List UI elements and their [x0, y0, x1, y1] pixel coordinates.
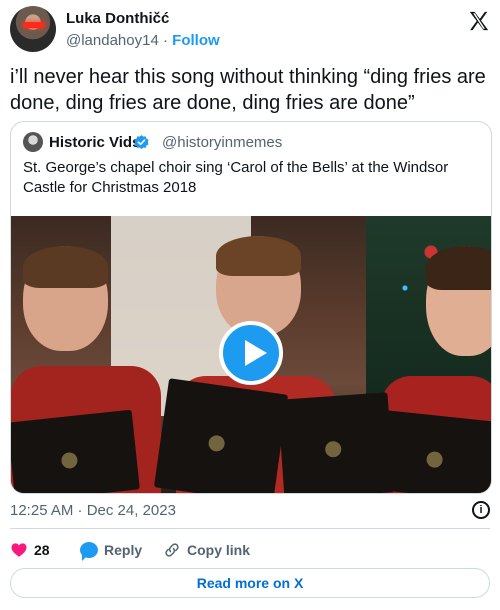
like-button[interactable]: 28 — [10, 540, 50, 560]
quoted-author-name[interactable]: Historic Vids — [49, 134, 140, 151]
heart-icon — [11, 543, 27, 557]
tweet-timestamp[interactable]: 12:25 AM · Dec 24, 2023 — [10, 502, 176, 519]
info-icon[interactable]: i — [472, 501, 490, 519]
action-bar: 28 Reply Copy link — [10, 540, 490, 561]
quoted-tweet-text: St. George’s chapel choir sing ‘Carol of… — [23, 159, 449, 196]
copy-link-label: Copy link — [187, 542, 251, 558]
x-logo-icon[interactable] — [468, 10, 490, 32]
like-count: 28 — [34, 542, 50, 558]
avatar-glowing-eyes — [23, 22, 45, 28]
tweet-header: Luka Donthičć @landahoy14 · Follow — [10, 6, 494, 54]
quoted-author-avatar[interactable] — [23, 132, 43, 152]
divider — [10, 528, 490, 529]
play-button-icon[interactable] — [219, 321, 283, 385]
quoted-tweet-header: Historic Vids @historyinmemes — [23, 132, 483, 152]
author-name[interactable]: Luka Donthičć — [66, 10, 169, 27]
handle-separator: · — [162, 32, 168, 49]
tweet-text: i’ll never hear this song without thinki… — [10, 66, 486, 114]
copy-link-button[interactable]: Copy link — [163, 540, 250, 560]
reply-bubble-icon — [80, 542, 98, 561]
link-icon — [165, 543, 179, 557]
author-handle[interactable]: @landahoy14 — [66, 32, 159, 49]
read-more-button[interactable]: Read more on X — [10, 568, 490, 598]
video-hymn-book-right-1 — [277, 392, 395, 493]
video-thumbnail[interactable] — [11, 216, 491, 493]
video-hymn-book-right-2 — [377, 410, 491, 493]
video-hymn-book-left — [11, 409, 140, 493]
quoted-author-handle[interactable]: @historyinmemes — [162, 134, 282, 151]
author-avatar[interactable] — [10, 6, 56, 52]
video-choirboy-left — [23, 246, 108, 351]
reply-button[interactable]: Reply — [80, 540, 143, 561]
follow-button[interactable]: Follow — [172, 32, 220, 49]
video-hymn-book-center — [153, 378, 289, 493]
quoted-tweet-card[interactable]: Historic Vids @historyinmemes St. George… — [10, 121, 492, 494]
verified-badge-icon — [134, 135, 149, 150]
author-handle-line: @landahoy14 · Follow — [66, 32, 220, 49]
video-choirboy-right — [426, 246, 491, 356]
reply-label: Reply — [104, 542, 143, 558]
